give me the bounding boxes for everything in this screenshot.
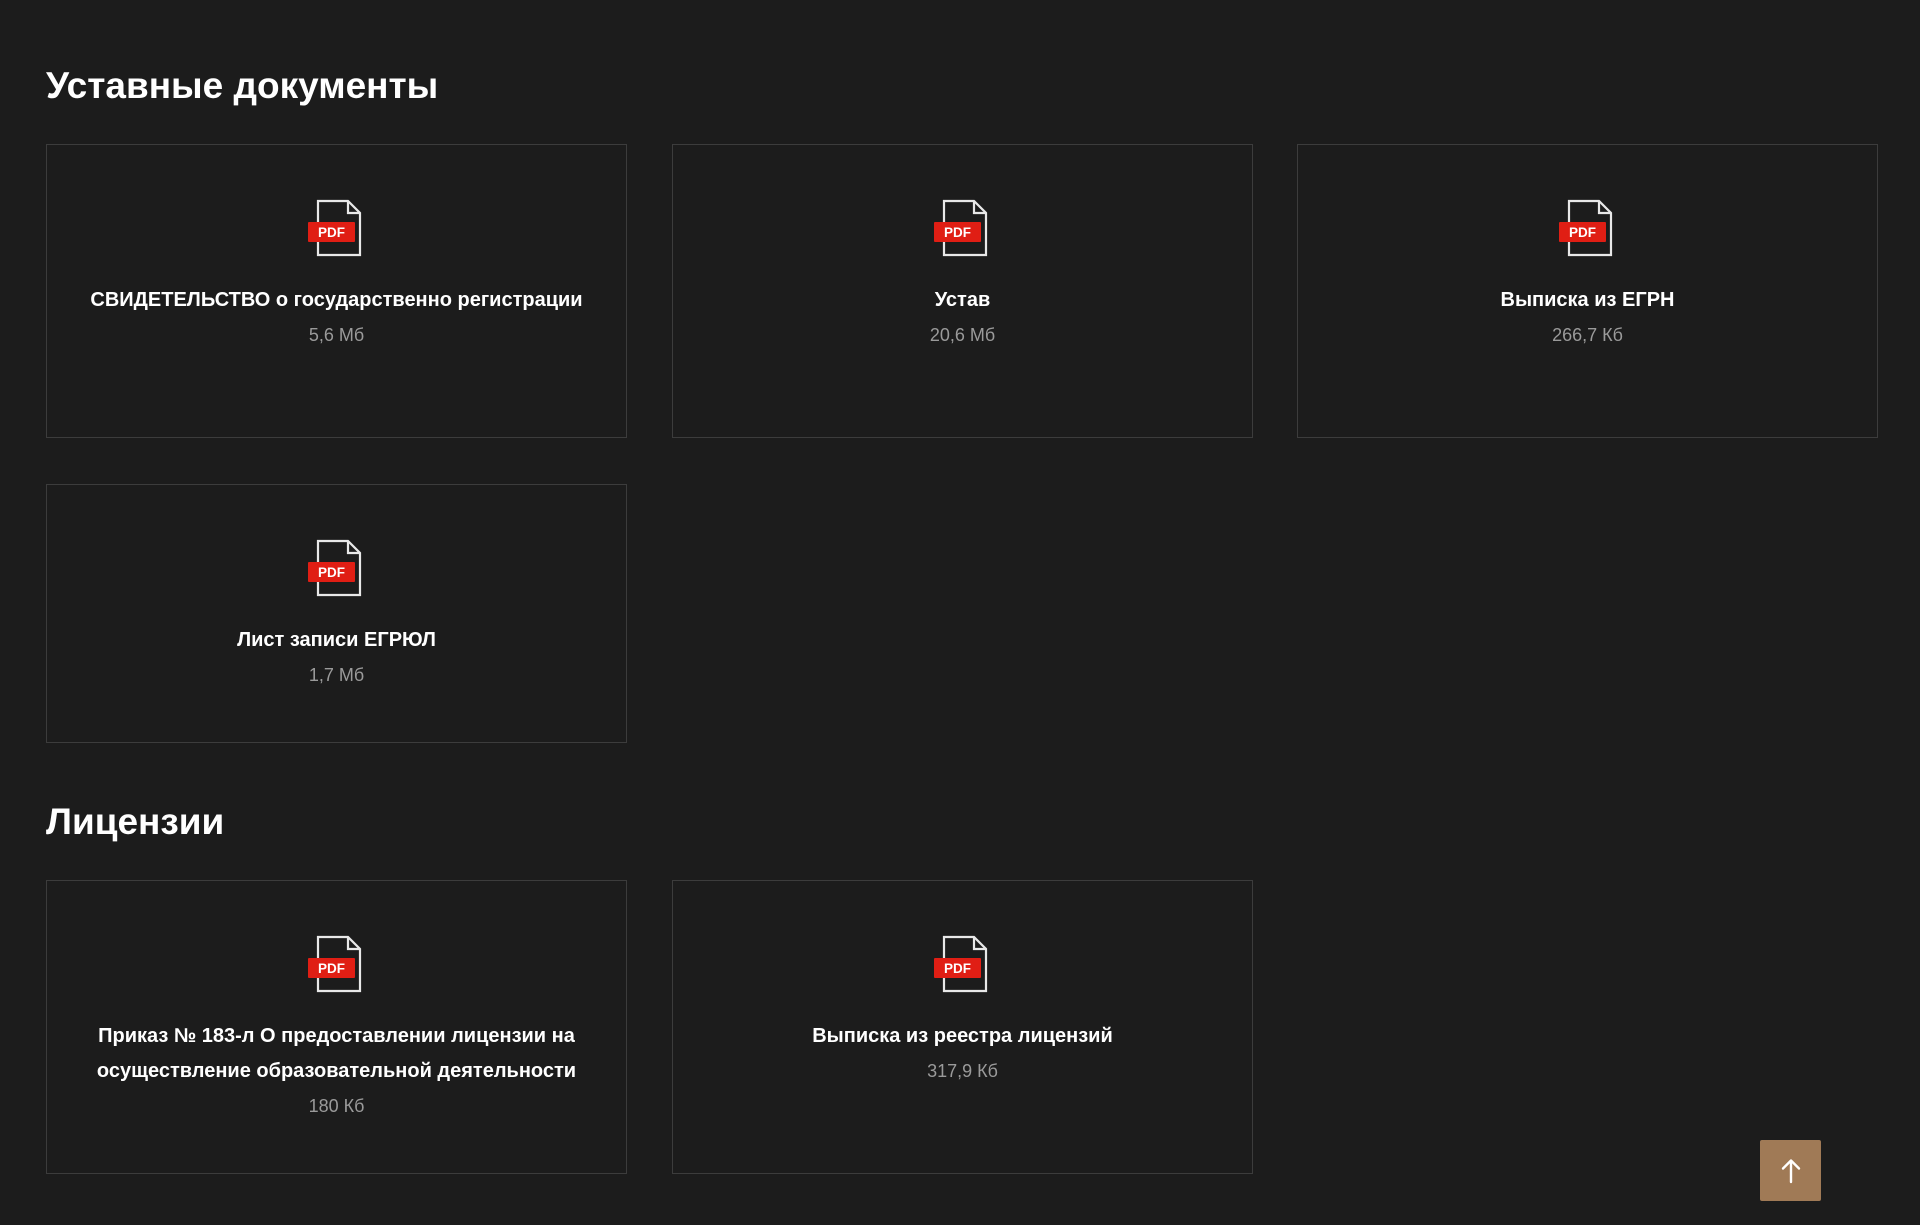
document-title: Устав [934, 289, 991, 311]
document-title: Приказ № 183-л О предоставлении лицензии… [96, 1025, 577, 1082]
scroll-to-top-button[interactable] [1760, 1140, 1821, 1201]
document-size: 5,6 Мб [308, 325, 365, 345]
document-card-charter[interactable]: PDF Устав 20,6 Мб [672, 144, 1253, 438]
svg-text:PDF: PDF [944, 961, 971, 976]
pdf-file-icon: PDF [307, 199, 361, 257]
svg-text:PDF: PDF [318, 565, 345, 580]
document-card-license-order[interactable]: PDF Приказ № 183-л О предоставлении лице… [46, 880, 627, 1174]
document-card-egrul-record-sheet[interactable]: PDF Лист записи ЕГРЮЛ 1,7 Мб [46, 484, 627, 743]
section-title-licenses: Лицензии [46, 801, 225, 842]
pdf-file-icon: PDF [933, 935, 987, 993]
document-size: 1,7 Мб [308, 665, 365, 685]
svg-text:PDF: PDF [318, 225, 345, 240]
arrow-up-icon [1781, 1158, 1800, 1183]
pdf-file-icon: PDF [933, 199, 987, 257]
document-size: 180 Кб [308, 1096, 365, 1116]
document-size: 317,9 Кб [927, 1061, 998, 1081]
document-card-egrn-extract[interactable]: PDF Выписка из ЕГРН 266,7 Кб [1297, 144, 1878, 438]
document-card-registration-certificate[interactable]: PDF СВИДЕТЕЛЬСТВО о государственно регис… [46, 144, 627, 438]
documents-page: Уставные документы PDF СВИДЕТЕЛЬСТВО о г… [0, 0, 1920, 1225]
pdf-file-icon: PDF [307, 935, 361, 993]
svg-text:PDF: PDF [944, 225, 971, 240]
document-card-license-registry-extract[interactable]: PDF Выписка из реестра лицензий 317,9 Кб [672, 880, 1253, 1174]
document-title: Выписка из реестра лицензий [812, 1025, 1113, 1047]
pdf-file-icon: PDF [307, 539, 361, 597]
document-title: Выписка из ЕГРН [1500, 289, 1675, 311]
svg-text:PDF: PDF [318, 961, 345, 976]
pdf-file-icon: PDF [1558, 199, 1612, 257]
svg-text:PDF: PDF [1569, 225, 1596, 240]
section-title-charter-documents: Уставные документы [46, 65, 439, 106]
document-title: СВИДЕТЕЛЬСТВО о государственно регистрац… [90, 289, 583, 311]
document-title: Лист записи ЕГРЮЛ [237, 629, 436, 651]
document-size: 266,7 Кб [1552, 325, 1623, 345]
document-size: 20,6 Мб [929, 325, 996, 345]
